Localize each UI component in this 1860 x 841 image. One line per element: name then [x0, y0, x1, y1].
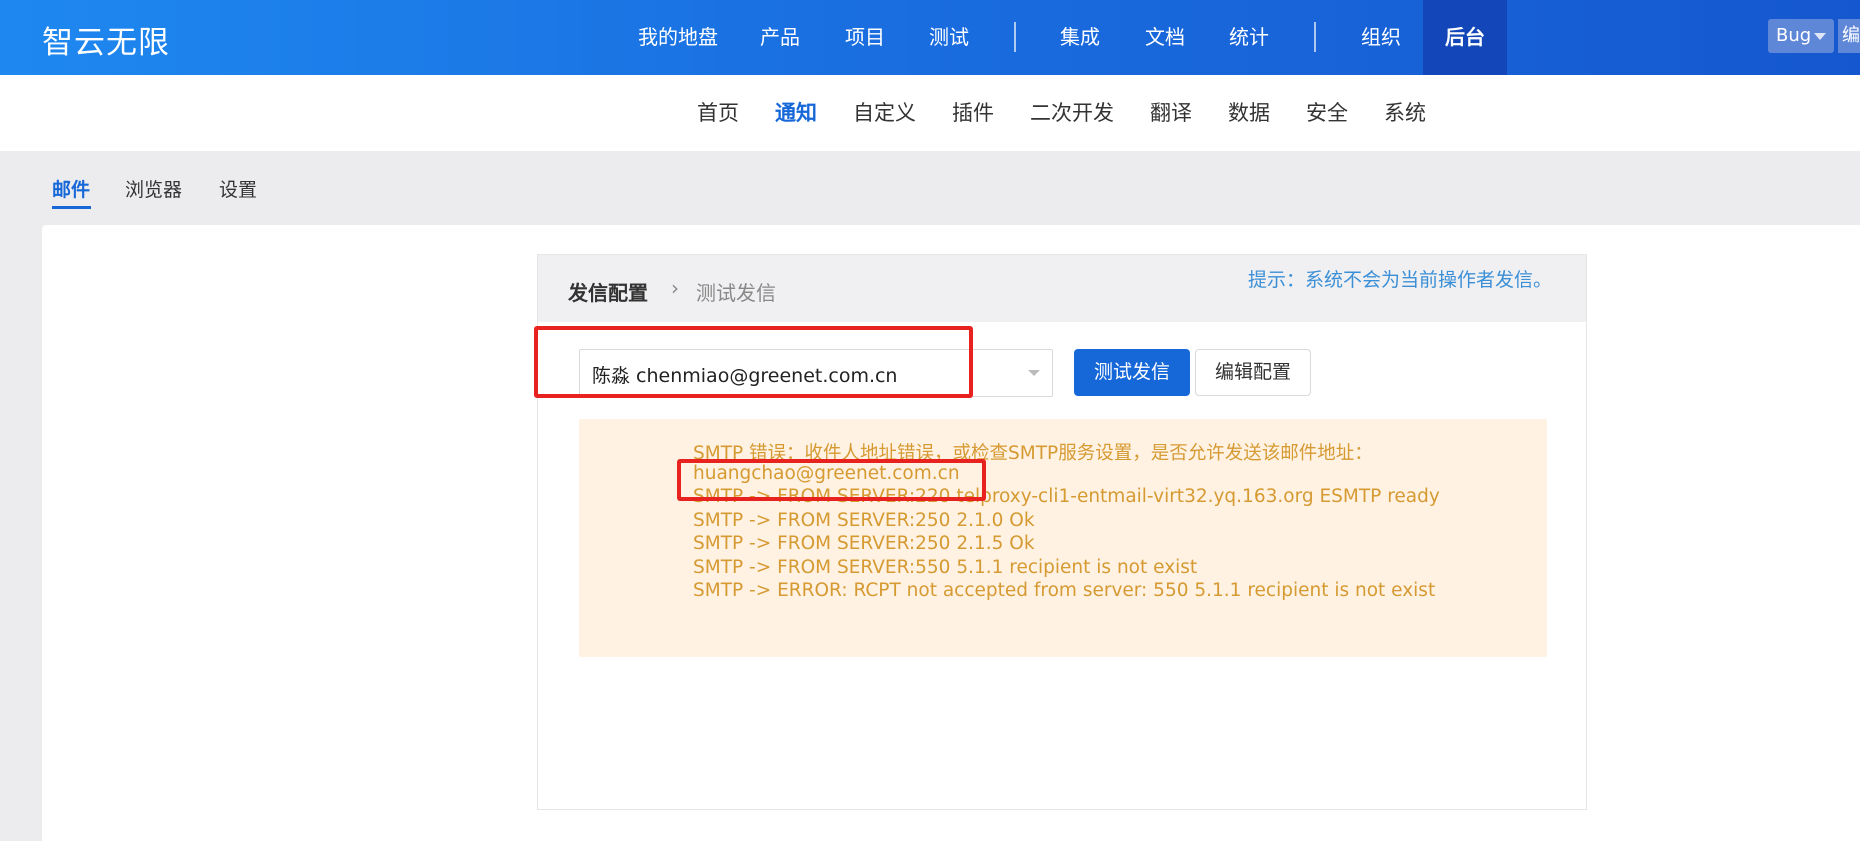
tab-mail[interactable]: 邮件 [52, 175, 90, 202]
card-header: 发信配置 › 测试发信 提示：系统不会为当前操作者发信。 [538, 255, 1586, 322]
subnav-item-data[interactable]: 数据 [1228, 75, 1270, 151]
nav-item-test[interactable]: 测试 [929, 0, 969, 75]
breadcrumb-send-config[interactable]: 发信配置 [568, 277, 648, 306]
subnav-item-notify[interactable]: 通知 [775, 75, 817, 151]
error-line: SMTP -> FROM SERVER:550 5.1.1 recipient … [693, 557, 1198, 578]
highlight-box-email [677, 459, 986, 501]
error-line: SMTP -> FROM SERVER:250 2.1.5 Ok [693, 533, 1035, 554]
chevron-right-icon: › [671, 276, 679, 300]
subnav-item-plugin[interactable]: 插件 [952, 75, 994, 151]
breadcrumb-test-send: 测试发信 [696, 281, 776, 305]
subnav-item-custom[interactable]: 自定义 [853, 75, 916, 151]
error-line: SMTP -> ERROR: RCPT not accepted from se… [693, 580, 1436, 601]
edit-config-button[interactable]: 编辑配置 [1195, 349, 1311, 396]
nav-item-stats[interactable]: 统计 [1229, 0, 1269, 75]
active-tab-indicator [52, 206, 91, 209]
test-send-button[interactable]: 测试发信 [1074, 349, 1190, 396]
nav-divider [1014, 22, 1016, 52]
chevron-down-icon [1814, 33, 1826, 40]
tip-text: 提示：系统不会为当前操作者发信。 [1247, 269, 1552, 291]
nav-item-project[interactable]: 项目 [845, 0, 885, 75]
highlight-box-recipient [534, 326, 973, 398]
tab-settings[interactable]: 设置 [219, 175, 257, 202]
nav-divider [1314, 22, 1316, 52]
object-type-label: Bug [1776, 25, 1812, 46]
subnav-item-dev[interactable]: 二次开发 [1030, 75, 1114, 151]
smtp-error-message: SMTP 错误：收件人地址错误，或检查SMTP服务设置，是否允许发送该邮件地址：… [579, 419, 1547, 657]
error-line: SMTP -> FROM SERVER:250 2.1.0 Ok [693, 510, 1035, 531]
tab-browser[interactable]: 浏览器 [125, 175, 182, 202]
sub-nav: 首页 通知 自定义 插件 二次开发 翻译 数据 安全 系统 [0, 75, 1860, 151]
object-type-select[interactable]: Bug [1768, 19, 1834, 53]
subnav-item-system[interactable]: 系统 [1384, 75, 1426, 151]
chevron-down-icon [1028, 370, 1040, 376]
nav-item-docs[interactable]: 文档 [1145, 0, 1185, 75]
subnav-item-security[interactable]: 安全 [1306, 75, 1348, 151]
brand-logo[interactable]: 智云无限 [42, 17, 170, 62]
subnav-item-home[interactable]: 首页 [697, 75, 739, 151]
nav-item-my[interactable]: 我的地盘 [638, 0, 718, 75]
nav-item-org[interactable]: 组织 [1361, 0, 1401, 75]
quick-edit-button[interactable]: 编 [1838, 19, 1860, 53]
subnav-item-translate[interactable]: 翻译 [1150, 75, 1192, 151]
top-header: 智云无限 我的地盘 产品 项目 测试 集成 文档 统计 组织 后台 Bug 编 [0, 0, 1860, 75]
nav-item-product[interactable]: 产品 [760, 0, 800, 75]
nav-item-admin[interactable]: 后台 [1423, 0, 1507, 75]
nav-item-integration[interactable]: 集成 [1060, 0, 1100, 75]
